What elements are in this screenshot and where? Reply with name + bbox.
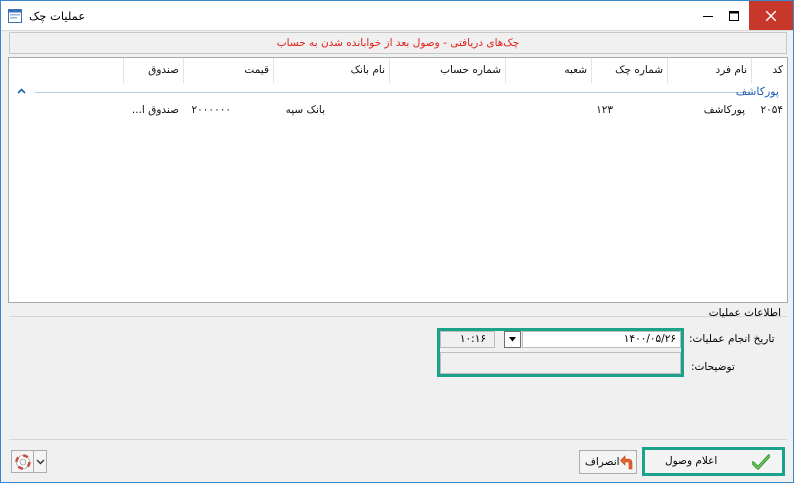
bottom-divider bbox=[9, 439, 787, 440]
cell-fund: صندوق ا... bbox=[131, 104, 179, 116]
help-split-button[interactable] bbox=[11, 450, 47, 473]
chevron-up-icon[interactable] bbox=[17, 87, 26, 96]
date-field[interactable]: ۱۴۰۰/۰۵/۲۶ bbox=[522, 331, 681, 348]
time-field[interactable]: ۱۰:۱۶ bbox=[440, 331, 495, 348]
cancel-button[interactable]: انصراف bbox=[579, 450, 637, 474]
chevron-down-icon[interactable] bbox=[36, 459, 45, 465]
window-title: عملیات چک bbox=[29, 9, 86, 23]
split-divider bbox=[33, 451, 34, 472]
column-header-code[interactable]: کد bbox=[751, 58, 787, 83]
column-header-fund[interactable]: صندوق bbox=[123, 58, 183, 83]
cell-account bbox=[389, 104, 501, 120]
maximize-button[interactable] bbox=[719, 1, 749, 30]
group-divider bbox=[35, 92, 751, 93]
column-header-person[interactable]: نام فرد bbox=[667, 58, 751, 83]
cell-code: ۲۰۵۴ bbox=[760, 104, 783, 116]
dropdown-arrow-icon bbox=[509, 337, 516, 342]
cell-person: پورکاشف bbox=[703, 104, 745, 116]
confirm-receipt-button[interactable]: اعلام وصول bbox=[642, 447, 785, 476]
group-label: پورکاشف bbox=[735, 85, 779, 98]
date-dropdown-button[interactable] bbox=[504, 331, 521, 348]
window-form-icon bbox=[8, 9, 22, 23]
info-group-title: اطلاعات عملیات bbox=[708, 307, 781, 319]
group-header[interactable]: پورکاشف bbox=[9, 84, 787, 104]
checks-list[interactable]: کد نام فرد شماره چک شعبه شماره حساب نام … bbox=[8, 57, 788, 303]
description-field[interactable] bbox=[440, 352, 681, 374]
check-operations-window: عملیات چک چک‌های دریافتی - وصول بعد از خ… bbox=[0, 0, 794, 483]
undo-arrow-icon bbox=[620, 455, 633, 470]
cell-bank: بانک سپه bbox=[285, 104, 325, 116]
column-header-amount[interactable]: قیمت bbox=[183, 58, 273, 83]
close-icon bbox=[766, 10, 776, 21]
checkmark-icon bbox=[752, 454, 770, 470]
close-button[interactable] bbox=[749, 1, 793, 30]
lifebuoy-icon bbox=[15, 454, 31, 470]
maximize-icon bbox=[729, 10, 739, 21]
column-header-check-no[interactable]: شماره چک bbox=[591, 58, 667, 83]
info-group-border bbox=[9, 316, 787, 317]
cancel-label: انصراف bbox=[585, 456, 620, 468]
title-bar[interactable]: عملیات چک bbox=[1, 1, 793, 31]
column-header-account[interactable]: شماره حساب bbox=[389, 58, 505, 83]
description-label: توضیحات: bbox=[691, 361, 735, 373]
column-header-branch[interactable]: شعبه bbox=[505, 58, 591, 83]
date-label: تاریخ انجام عملیات: bbox=[689, 333, 775, 345]
operation-banner: چک‌های دریافتی - وصول بعد از خوابانده شد… bbox=[9, 32, 787, 54]
confirm-receipt-label: اعلام وصول bbox=[665, 455, 718, 467]
minimize-icon bbox=[703, 15, 713, 17]
cell-amount: ۲۰۰۰۰۰۰ bbox=[191, 104, 231, 116]
column-header-bank[interactable]: نام بانک bbox=[273, 58, 389, 83]
cell-branch bbox=[505, 104, 587, 120]
